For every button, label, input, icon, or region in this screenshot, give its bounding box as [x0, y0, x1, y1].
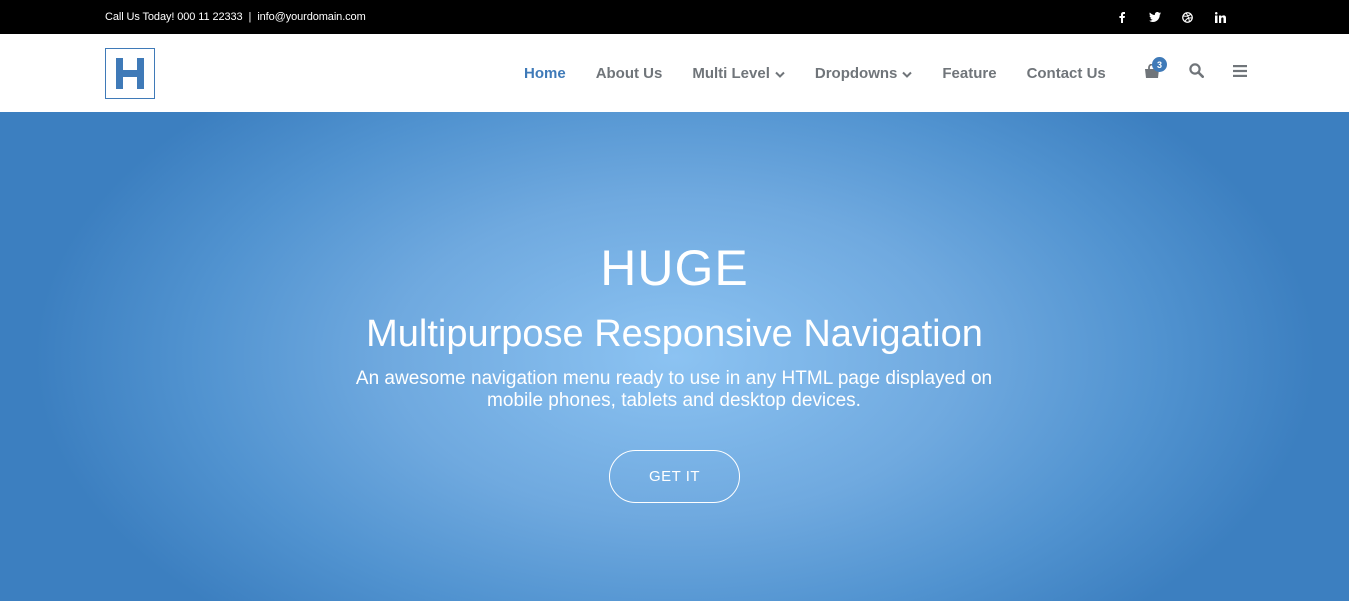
- facebook-icon[interactable]: [1105, 0, 1138, 34]
- nav-item-dropdowns[interactable]: Dropdowns: [800, 34, 928, 112]
- nav-item-multi-level[interactable]: Multi Level: [677, 34, 800, 112]
- menu-button[interactable]: [1218, 34, 1262, 112]
- nav-label-about: About Us: [595, 64, 663, 82]
- top-bar: Call Us Today! 000 11 22333 | info@yourd…: [0, 0, 1349, 34]
- nav-label-contact: Contact Us: [1026, 64, 1106, 82]
- hamburger-menu-icon: [1233, 64, 1247, 82]
- hero-subtitle: Multipurpose Responsive Navigation: [366, 313, 983, 355]
- nav-label-feature: Feature: [942, 64, 997, 82]
- logo-bar-middle: [116, 70, 144, 77]
- hero-description: An awesome navigation menu ready to use …: [355, 368, 993, 411]
- nav-item-contact[interactable]: Contact Us: [1012, 34, 1121, 112]
- search-icon: [1188, 63, 1204, 83]
- cart-count-badge: 3: [1152, 57, 1167, 72]
- chevron-down-icon: [902, 65, 913, 82]
- hero-section: HUGE Multipurpose Responsive Navigation …: [0, 112, 1349, 601]
- search-button[interactable]: [1174, 34, 1218, 112]
- get-it-button[interactable]: GET IT: [609, 450, 740, 503]
- site-header: Home About Us Multi Level Dropdowns Feat…: [0, 34, 1349, 112]
- nav-label-multi-level: Multi Level: [692, 64, 770, 82]
- cart-button[interactable]: 3: [1130, 34, 1174, 112]
- social-links: [1105, 0, 1237, 34]
- main-nav: Home About Us Multi Level Dropdowns Feat…: [509, 34, 1121, 112]
- dribbble-icon[interactable]: [1171, 0, 1204, 34]
- nav-item-about[interactable]: About Us: [581, 34, 678, 112]
- email-link[interactable]: info@yourdomain.com: [257, 11, 365, 23]
- logo[interactable]: [105, 48, 155, 99]
- contact-separator: |: [248, 11, 252, 23]
- nav-item-feature[interactable]: Feature: [927, 34, 1011, 112]
- chevron-down-icon: [775, 65, 785, 82]
- twitter-icon[interactable]: [1138, 0, 1171, 34]
- linkedin-icon[interactable]: [1204, 0, 1237, 34]
- logo-h-mark: [116, 58, 144, 89]
- nav-label-dropdowns: Dropdowns: [814, 64, 898, 82]
- header-tools: 3: [1130, 34, 1262, 112]
- nav-item-home[interactable]: Home: [509, 34, 581, 112]
- hero-title: HUGE: [600, 240, 749, 296]
- phone-text: Call Us Today! 000 11 22333: [105, 11, 243, 23]
- contact-info: Call Us Today! 000 11 22333 | info@yourd…: [105, 0, 366, 34]
- nav-label-home: Home: [524, 64, 566, 82]
